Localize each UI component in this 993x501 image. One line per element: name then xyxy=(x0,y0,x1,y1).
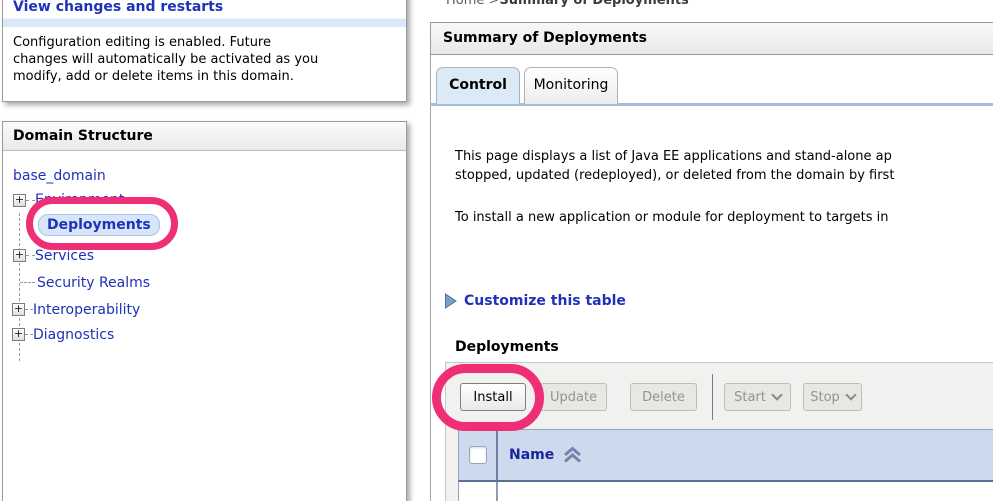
stop-button-label: Stop xyxy=(810,390,840,405)
tree-link-base-domain[interactable]: base_domain xyxy=(13,168,106,184)
tree-expand-icon-environment[interactable]: + xyxy=(13,194,26,207)
domain-structure-panel: Domain Structure base_domain + Environme… xyxy=(2,121,407,501)
tree-line xyxy=(20,282,35,283)
header-checkbox-cell xyxy=(459,430,498,480)
start-button[interactable]: Start xyxy=(724,383,791,411)
tree-line xyxy=(25,309,33,310)
sort-ascending-icon[interactable] xyxy=(562,447,583,463)
header-name-cell: Name xyxy=(498,430,993,480)
tree-item-security-realms: Security Realms xyxy=(37,274,150,292)
breadcrumb-current: Summary of Deployments xyxy=(499,0,688,8)
intro-text-line: stopped, updated (redeployed), or delete… xyxy=(455,168,894,183)
change-center-divider xyxy=(3,18,406,27)
name-column-header[interactable]: Name xyxy=(509,447,554,463)
tree-link-services[interactable]: Services xyxy=(35,248,94,264)
domain-tree: base_domain + Environment Deployments + … xyxy=(3,151,406,451)
deployments-table-title: Deployments xyxy=(455,339,559,355)
tree-link-deployments[interactable]: Deployments xyxy=(38,214,160,236)
tree-line xyxy=(26,255,35,256)
tab-control[interactable]: Control xyxy=(436,67,520,104)
customize-arrow-icon xyxy=(444,293,457,309)
tree-link-environment[interactable]: Environment xyxy=(35,192,124,208)
update-button[interactable]: Update xyxy=(540,383,607,411)
tree-line xyxy=(26,200,35,201)
change-center-title: View changes and restarts xyxy=(3,0,406,18)
toolbar-separator xyxy=(712,374,713,420)
chevron-down-icon xyxy=(845,389,856,400)
customize-table-link[interactable]: Customize this table xyxy=(444,293,626,309)
row-name-cell xyxy=(498,482,993,501)
customize-table-label: Customize this table xyxy=(464,293,626,309)
table-row xyxy=(458,482,993,501)
tab-monitoring[interactable]: Monitoring xyxy=(524,67,618,104)
row-checkbox-cell xyxy=(459,482,498,501)
tree-item-deployments: Deployments xyxy=(38,216,160,234)
tree-item-base-domain: base_domain xyxy=(13,167,106,185)
domain-structure-title: Domain Structure xyxy=(3,122,406,151)
change-center-message: Configuration editing is enabled. Future… xyxy=(3,27,406,92)
tree-item-services: Services xyxy=(35,247,94,265)
tree-link-security-realms[interactable]: Security Realms xyxy=(37,275,150,291)
page-title: Summary of Deployments xyxy=(430,22,993,55)
tree-link-diagnostics[interactable]: Diagnostics xyxy=(33,327,114,343)
tree-expand-icon-services[interactable]: + xyxy=(13,249,26,262)
intro-text-line: This page displays a list of Java EE app… xyxy=(455,149,892,164)
weblogic-console-page: Home >Summary of Deployments View change… xyxy=(0,0,993,501)
tree-item-interoperability: Interoperability xyxy=(33,301,140,319)
delete-button[interactable]: Delete xyxy=(630,383,697,411)
install-button[interactable]: Install xyxy=(460,383,526,411)
change-center-panel: View changes and restarts Configuration … xyxy=(2,0,407,102)
breadcrumb: Home >Summary of Deployments xyxy=(446,0,689,8)
tree-item-diagnostics: Diagnostics xyxy=(33,326,114,344)
tree-expand-icon-interoperability[interactable]: + xyxy=(12,303,25,316)
message-line: Configuration editing is enabled. Future xyxy=(13,34,396,51)
select-all-checkbox[interactable] xyxy=(469,446,487,464)
content-border xyxy=(430,22,431,501)
tree-link-interoperability[interactable]: Interoperability xyxy=(33,302,140,318)
install-hint-text: To install a new application or module f… xyxy=(455,210,888,225)
message-line: modify, add or delete items in this doma… xyxy=(13,68,396,85)
breadcrumb-home-link[interactable]: Home > xyxy=(446,0,499,8)
start-button-label: Start xyxy=(734,390,766,405)
tree-item-environment: Environment xyxy=(35,191,124,209)
tree-line xyxy=(25,334,33,335)
deployments-table: Name xyxy=(458,429,993,501)
tree-expand-icon-diagnostics[interactable]: + xyxy=(12,328,25,341)
table-header-row: Name xyxy=(458,429,993,482)
stop-button[interactable]: Stop xyxy=(803,383,862,411)
message-line: changes will automatically be activated … xyxy=(13,51,396,68)
chevron-down-icon xyxy=(771,389,782,400)
